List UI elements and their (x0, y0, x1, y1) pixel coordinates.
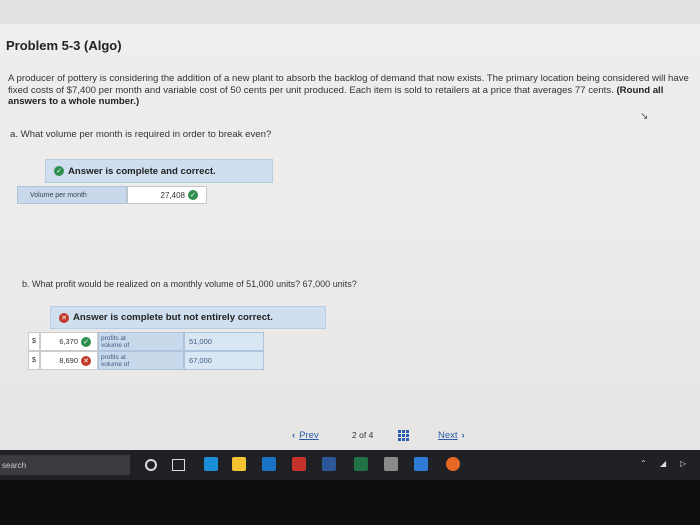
prev-button[interactable]: ‹ Prev (288, 430, 319, 441)
question-grid-button[interactable] (398, 430, 409, 441)
problem-statement: A producer of pottery is considering the… (8, 73, 696, 108)
volume-answer-field[interactable]: 27,408 ✓ (127, 186, 207, 204)
task-view-icon[interactable] (172, 459, 185, 471)
volume-icon[interactable]: ▷ (680, 459, 686, 468)
cortana-icon[interactable] (145, 459, 157, 471)
question-a: a. What volume per month is required in … (10, 129, 272, 140)
check-icon: ✓ (188, 190, 198, 200)
word-icon[interactable] (322, 457, 336, 471)
browser-viewport: Problem 5-3 (Algo) A producer of pottery… (0, 0, 700, 450)
currency-symbol: $ (28, 351, 40, 370)
check-icon: ✓ (81, 336, 91, 347)
profit-value: 8,690 (59, 356, 78, 365)
page-indicator: 2 of 4 (352, 430, 373, 440)
monitor-bezel (0, 480, 700, 525)
profit-answer-field[interactable]: 8,690 ✕ (40, 351, 98, 370)
volume-label: Volume per month (17, 186, 127, 204)
table-row: $ 8,690 ✕ profits at volume of 67,000 (28, 351, 264, 370)
prev-link[interactable]: Prev (299, 430, 319, 441)
calculator-icon[interactable] (384, 457, 398, 471)
desc-line-2: volume of (101, 360, 130, 368)
x-icon: ✕ (81, 355, 91, 366)
tray-chevron-icon[interactable]: ⌃ (640, 459, 647, 468)
outlook-icon[interactable] (262, 457, 276, 471)
x-icon: ✕ (59, 312, 69, 323)
desc-line-2: volume of (101, 341, 130, 349)
excel-icon[interactable] (354, 457, 368, 471)
wifi-icon[interactable]: ◢ (660, 459, 666, 468)
volume-value: 27,408 (160, 190, 185, 200)
file-explorer-icon[interactable] (232, 457, 246, 471)
chevron-left-icon: ‹ (292, 430, 296, 441)
currency-symbol: $ (28, 332, 40, 351)
units-value: 67,000 (184, 351, 264, 370)
profit-value: 6,370 (59, 337, 78, 346)
table-row: $ 6,370 ✓ profits at volume of 51,000 (28, 332, 264, 351)
status-text-a: Answer is complete and correct. (68, 165, 216, 177)
answer-row-volume: Volume per month 27,408 ✓ (17, 186, 207, 204)
answer-status-a: ✓ Answer is complete and correct. (45, 159, 273, 183)
mouse-cursor-icon: ↘ (640, 111, 649, 122)
check-icon: ✓ (54, 166, 64, 176)
desc-line-1: profits at (101, 334, 126, 342)
status-text-b: Answer is complete but not entirely corr… (73, 312, 273, 323)
profit-answer-field[interactable]: 6,370 ✓ (40, 332, 98, 351)
row-description: profits at volume of (98, 332, 184, 351)
access-icon[interactable] (292, 457, 306, 471)
desc-line-1: profits at (101, 353, 126, 361)
problem-text: A producer of pottery is considering the… (8, 73, 689, 96)
page-total: 4 (368, 430, 374, 440)
next-button[interactable]: Next › (438, 430, 469, 441)
chevron-right-icon: › (461, 430, 465, 441)
answer-status-b: ✕ Answer is complete but not entirely co… (50, 306, 326, 329)
page-current: 2 (352, 430, 357, 440)
profit-answer-table: $ 6,370 ✓ profits at volume of 51,000 $ … (28, 332, 264, 370)
question-b: b. What profit would be realized on a mo… (22, 279, 357, 289)
taskbar-search[interactable]: search (0, 455, 130, 475)
units-value: 51,000 (184, 332, 264, 351)
row-description: profits at volume of (98, 351, 184, 370)
firefox-icon[interactable] (446, 457, 460, 471)
grid-icon (398, 430, 409, 441)
page-of: of (359, 430, 367, 440)
next-link[interactable]: Next (438, 430, 458, 441)
app-icon[interactable] (414, 457, 428, 471)
edge-icon[interactable] (204, 457, 218, 471)
page-title: Problem 5-3 (Algo) (6, 38, 122, 53)
search-label: search (2, 460, 27, 470)
top-bar (0, 0, 700, 24)
